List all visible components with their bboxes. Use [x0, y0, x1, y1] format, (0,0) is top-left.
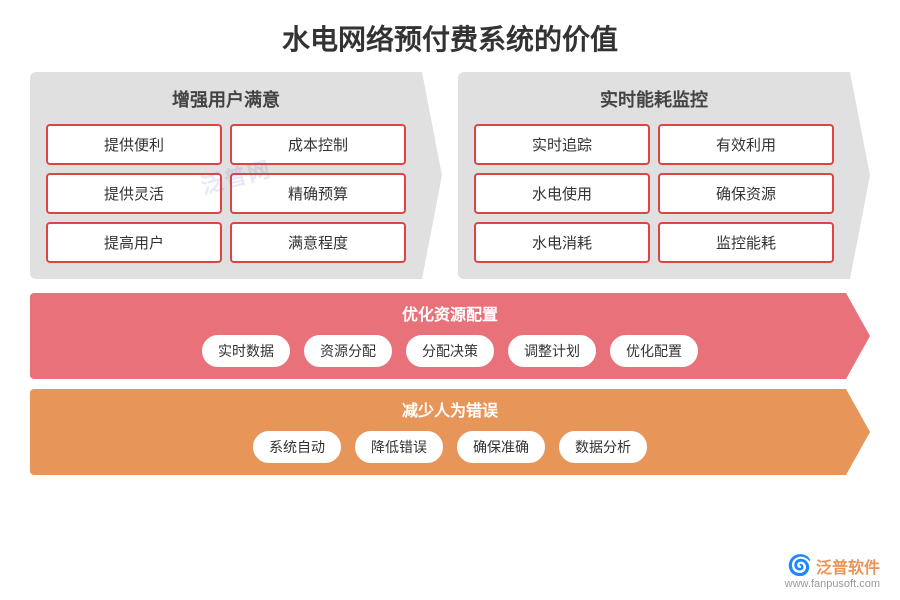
content-area: 泛普网 增强用户满意 提供便利 成本控制 提供灵活 精确预算 提高用户 满意程度…	[0, 72, 900, 475]
pink-item-2: 分配决策	[404, 333, 496, 369]
panel-left-grid: 提供便利 成本控制 提供灵活 精确预算 提高用户 满意程度	[46, 124, 406, 263]
orange-item-0: 系统自动	[251, 429, 343, 465]
pink-item-1: 资源分配	[302, 333, 394, 369]
banner-orange-items: 系统自动 降低错误 确保准确 数据分析	[50, 429, 850, 465]
orange-item-3: 数据分析	[557, 429, 649, 465]
orange-item-1: 降低错误	[353, 429, 445, 465]
banner-pink-arrow: 优化资源配置 实时数据 资源分配 分配决策 调整计划 优化配置	[30, 293, 870, 379]
banner-orange-arrow: 减少人为错误 系统自动 降低错误 确保准确 数据分析	[30, 389, 870, 475]
pink-item-0: 实时数据	[200, 333, 292, 369]
left-item-0: 提供便利	[46, 124, 222, 165]
page-title: 水电网络预付费系统的价值	[0, 0, 900, 72]
bottom-sections: 优化资源配置 实时数据 资源分配 分配决策 调整计划 优化配置 减少人为错误 系…	[30, 293, 870, 475]
pink-item-3: 调整计划	[506, 333, 598, 369]
banner-pink-label: 优化资源配置	[50, 301, 850, 325]
logo-icon: 🌀	[787, 553, 812, 578]
left-item-1: 成本控制	[230, 124, 406, 165]
logo-url: www.fanpusoft.com	[785, 578, 880, 590]
banner-orange-label: 减少人为错误	[50, 397, 850, 421]
banner-resource-optimization: 优化资源配置 实时数据 资源分配 分配决策 调整计划 优化配置	[30, 293, 870, 379]
orange-item-2: 确保准确	[455, 429, 547, 465]
left-item-2: 提供灵活	[46, 173, 222, 214]
logo-company: 泛普软件	[816, 554, 880, 578]
left-item-3: 精确预算	[230, 173, 406, 214]
right-item-3: 确保资源	[658, 173, 834, 214]
top-panels: 泛普网 增强用户满意 提供便利 成本控制 提供灵活 精确预算 提高用户 满意程度…	[30, 72, 870, 279]
banner-pink-items: 实时数据 资源分配 分配决策 调整计划 优化配置	[50, 333, 850, 369]
logo-text: 🌀 泛普软件	[787, 553, 880, 578]
pink-item-4: 优化配置	[608, 333, 700, 369]
panel-energy-monitoring: 实时能耗监控 实时追踪 有效利用 水电使用 确保资源 水电消耗 监控能耗	[458, 72, 870, 279]
banner-reduce-errors: 减少人为错误 系统自动 降低错误 确保准确 数据分析	[30, 389, 870, 475]
right-item-0: 实时追踪	[474, 124, 650, 165]
panel-right-grid: 实时追踪 有效利用 水电使用 确保资源 水电消耗 监控能耗	[474, 124, 834, 263]
logo-area: 🌀 泛普软件 www.fanpusoft.com	[785, 553, 880, 590]
panel-user-satisfaction: 泛普网 增强用户满意 提供便利 成本控制 提供灵活 精确预算 提高用户 满意程度	[30, 72, 442, 279]
panel-right-header: 实时能耗监控	[474, 86, 834, 112]
right-item-5: 监控能耗	[658, 222, 834, 263]
right-item-2: 水电使用	[474, 173, 650, 214]
right-item-1: 有效利用	[658, 124, 834, 165]
left-item-5: 满意程度	[230, 222, 406, 263]
left-item-4: 提高用户	[46, 222, 222, 263]
panel-left-header: 增强用户满意	[46, 86, 406, 112]
right-item-4: 水电消耗	[474, 222, 650, 263]
